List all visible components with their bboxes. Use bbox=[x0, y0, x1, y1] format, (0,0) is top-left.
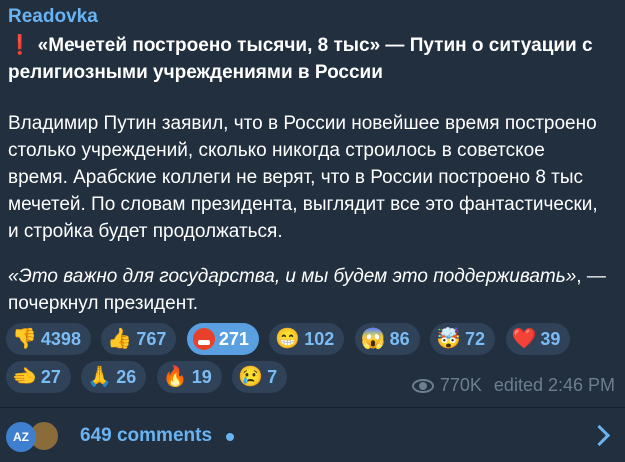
headline-text: «Мечетей построено тысячи, 8 тыс» — Пути… bbox=[8, 35, 593, 83]
reaction-count: 27 bbox=[40, 366, 61, 387]
reaction-count: 72 bbox=[465, 328, 486, 349]
comments-button[interactable]: AZ 649 comments bbox=[0, 408, 625, 462]
praying-hands-icon: 🙏 bbox=[87, 366, 113, 388]
view-count: 770K bbox=[439, 375, 482, 395]
reactions-row-1: 👎 4398 👍 767 271 😁 102 😱 86 🤯 72 ❤️ 39 bbox=[6, 323, 576, 355]
reaction-pointing-hand[interactable]: 🫲 27 bbox=[6, 361, 71, 393]
reaction-count: 19 bbox=[191, 366, 212, 387]
reaction-fire[interactable]: 🔥 19 bbox=[156, 361, 222, 393]
reaction-crying[interactable]: 😢 7 bbox=[232, 361, 288, 393]
message-quote: «Это важно для государства, и мы будем э… bbox=[8, 263, 608, 317]
fire-icon: 🔥 bbox=[162, 366, 188, 388]
reaction-count: 7 bbox=[267, 366, 278, 387]
edited-time: edited 2:46 PM bbox=[493, 375, 615, 395]
exploding-head-icon: 🤯 bbox=[436, 328, 462, 350]
grinning-face-icon: 😁 bbox=[275, 328, 301, 350]
thumbs-down-icon: 👎 bbox=[12, 328, 37, 350]
reaction-count: 767 bbox=[136, 328, 167, 349]
reaction-count: 271 bbox=[218, 328, 249, 349]
reaction-count: 102 bbox=[304, 328, 335, 349]
reaction-heart[interactable]: ❤️ 39 bbox=[505, 323, 571, 355]
reaction-count: 4398 bbox=[40, 328, 81, 349]
message-meta: 770K edited 2:46 PM bbox=[411, 375, 615, 396]
eye-icon bbox=[411, 378, 434, 393]
reaction-count: 86 bbox=[389, 328, 410, 349]
headline: ❗ «Мечетей построено тысячи, 8 тыс» — Пут… bbox=[8, 32, 608, 86]
reaction-screaming[interactable]: 😱 86 bbox=[354, 323, 420, 355]
message-body: Владимир Путин заявил, что в России нове… bbox=[8, 113, 598, 242]
screaming-face-icon: 😱 bbox=[360, 328, 386, 350]
quote-italic: «Это важно для государства, и мы будем э… bbox=[8, 266, 577, 287]
reaction-praying[interactable]: 🙏 26 bbox=[81, 361, 147, 393]
message-bubble: Readovka ❗ «Мечетей построено тысячи, 8 т… bbox=[0, 0, 625, 462]
comments-label: 649 comments bbox=[80, 425, 213, 446]
unread-dot-icon bbox=[226, 433, 234, 441]
pointing-hand-icon: 🫲 bbox=[12, 366, 37, 388]
reaction-count: 39 bbox=[540, 328, 561, 349]
reaction-angry[interactable]: 271 bbox=[186, 323, 259, 355]
exclamation-icon: ❗ bbox=[8, 35, 32, 56]
avatar: AZ bbox=[6, 422, 36, 452]
chevron-right-icon bbox=[588, 424, 611, 447]
reaction-grinning[interactable]: 😁 102 bbox=[269, 323, 345, 355]
angry-face-icon bbox=[192, 328, 215, 350]
heart-icon: ❤️ bbox=[511, 328, 537, 350]
channel-name[interactable]: Readovka bbox=[8, 6, 98, 28]
crying-face-icon: 😢 bbox=[238, 366, 264, 388]
reactions-row-2: 🫲 27 🙏 26 🔥 19 😢 7 bbox=[6, 361, 293, 393]
reaction-count: 26 bbox=[116, 366, 137, 387]
reaction-exploding-head[interactable]: 🤯 72 bbox=[430, 323, 496, 355]
thumbs-up-icon: 👍 bbox=[107, 328, 133, 350]
reaction-thumbs-up[interactable]: 👍 767 bbox=[101, 323, 177, 355]
reaction-thumbs-down[interactable]: 👎 4398 bbox=[6, 323, 91, 355]
